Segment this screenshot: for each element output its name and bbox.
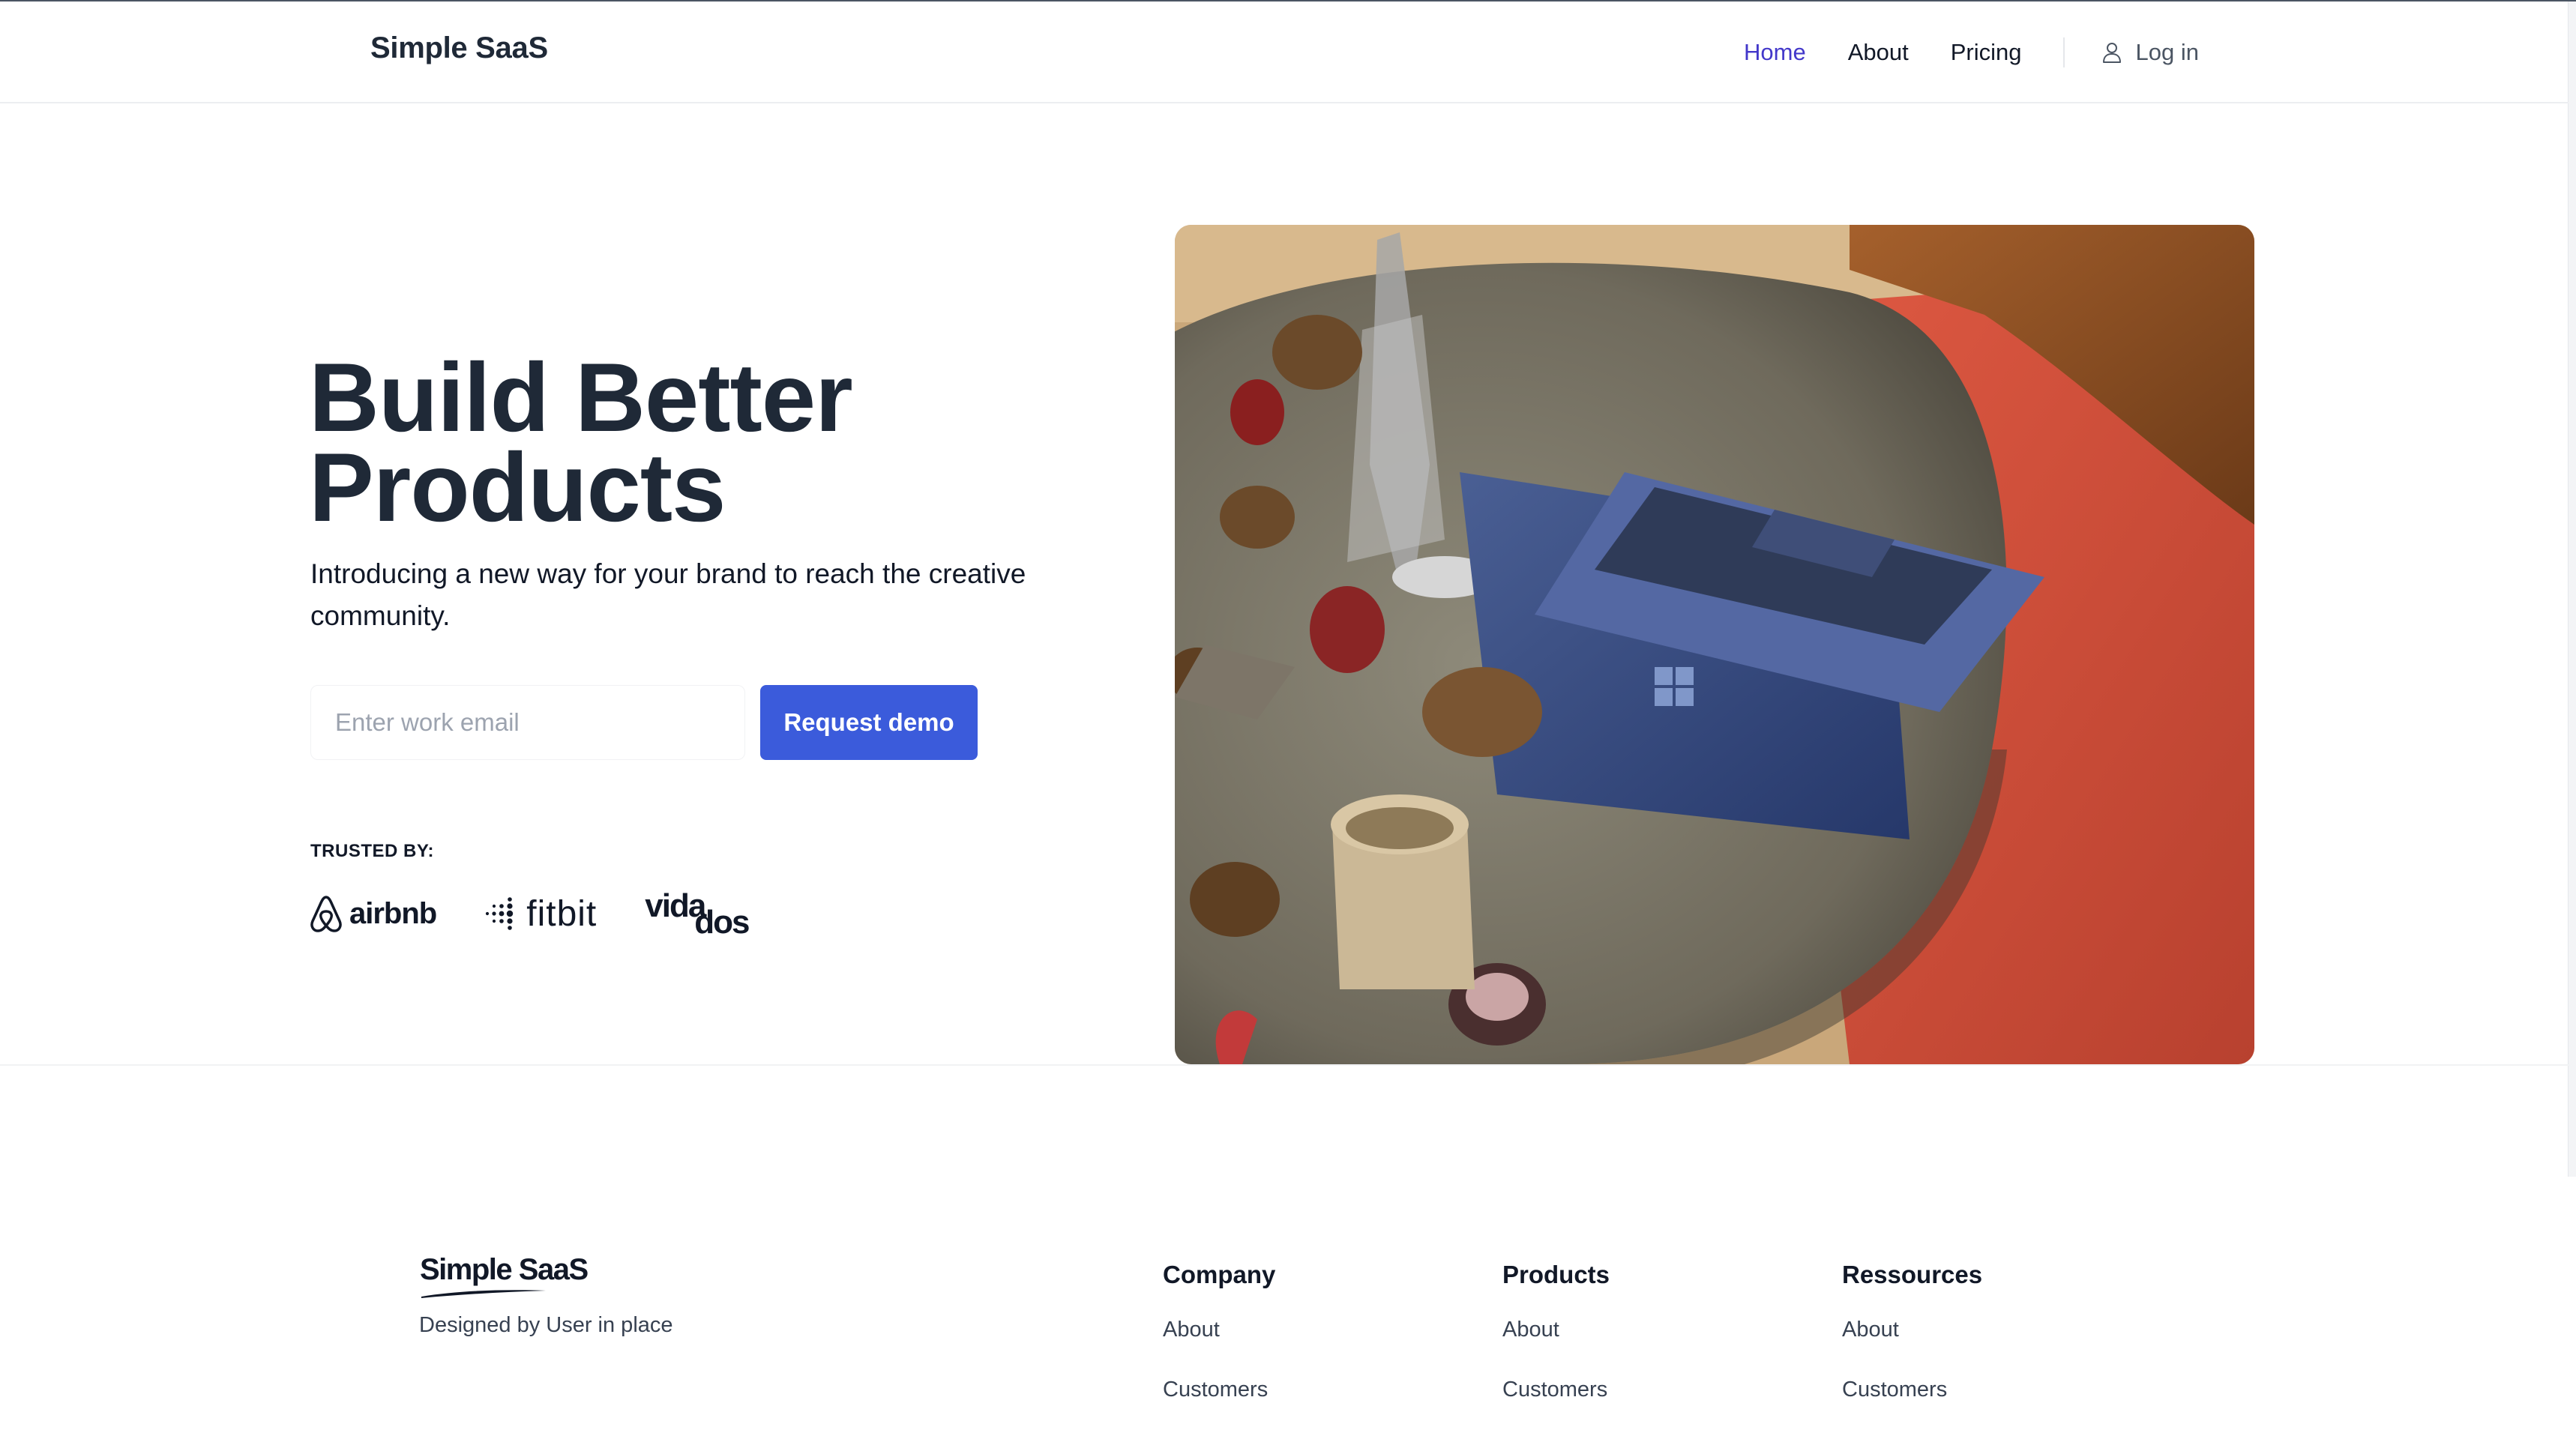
footer-column-company: Company About Customers [1163,1261,1275,1438]
footer-tagline: Designed by User in place [419,1313,673,1337]
footer-heading-company: Company [1163,1261,1276,1288]
section-divider [0,1064,2569,1066]
footer-column-products: Products About Customers [1502,1261,1610,1438]
site-header: Simple SaaS Home About Pricing Log in [0,1,2569,103]
brand-logo[interactable]: Simple SaaS [370,31,548,65]
hero-subtitle: Introducing a new way for your brand to … [310,558,1026,631]
footer-link-products-customers[interactable]: Customers [1502,1378,1610,1402]
footer-heading-ressources: Ressources [1842,1261,1983,1288]
footer-logo[interactable]: Simple SaaS [420,1253,615,1298]
vidados-logo: vida dos [645,887,757,941]
page-scrollbar[interactable] [2568,1,2576,1177]
trusted-logos: airbnb fitbit vida dos [309,887,805,941]
main-nav: Home About Pricing Log in [1744,37,2199,67]
nav-divider [2063,37,2065,67]
fitbit-logo: fitbit [484,893,597,935]
hero-image [1175,225,2254,1064]
vidados-wordmark-part2: dos [694,904,750,941]
airbnb-wordmark: airbnb [349,896,437,930]
laptop-on-table-photo-icon [1175,225,2254,1064]
footer-logo-wordmark: Simple SaaS [420,1253,589,1286]
nav-about-link[interactable]: About [1848,39,1909,66]
footer-heading-products: Products [1502,1261,1610,1288]
logo-swoosh-icon [421,1290,546,1298]
footer-link-ressources-about[interactable]: About [1842,1318,1982,1342]
login-label: Log in [2135,39,2199,65]
login-link[interactable]: Log in [2102,39,2199,66]
hero-title-line2: Products [309,432,726,542]
footer-link-company-customers[interactable]: Customers [1163,1378,1275,1402]
footer-link-products-about[interactable]: About [1502,1318,1610,1342]
nav-home-link[interactable]: Home [1744,39,1806,66]
hero-title: Build Better Products [309,349,853,536]
fitbit-wordmark: fitbit [526,893,598,934]
user-icon [2103,43,2122,63]
footer-column-ressources: Ressources About Customers [1842,1261,1982,1438]
footer-link-company-about[interactable]: About [1163,1318,1275,1342]
airbnb-logo: airbnb [309,894,437,933]
request-demo-button[interactable]: Request demo [760,685,978,760]
footer-link-ressources-customers[interactable]: Customers [1842,1378,1982,1402]
trusted-by-label: TRUSTED BY: [310,841,435,861]
airbnb-icon [310,896,342,932]
work-email-input[interactable] [310,685,745,760]
nav-pricing-link[interactable]: Pricing [1951,39,2022,66]
fitbit-dots-icon [486,897,514,930]
